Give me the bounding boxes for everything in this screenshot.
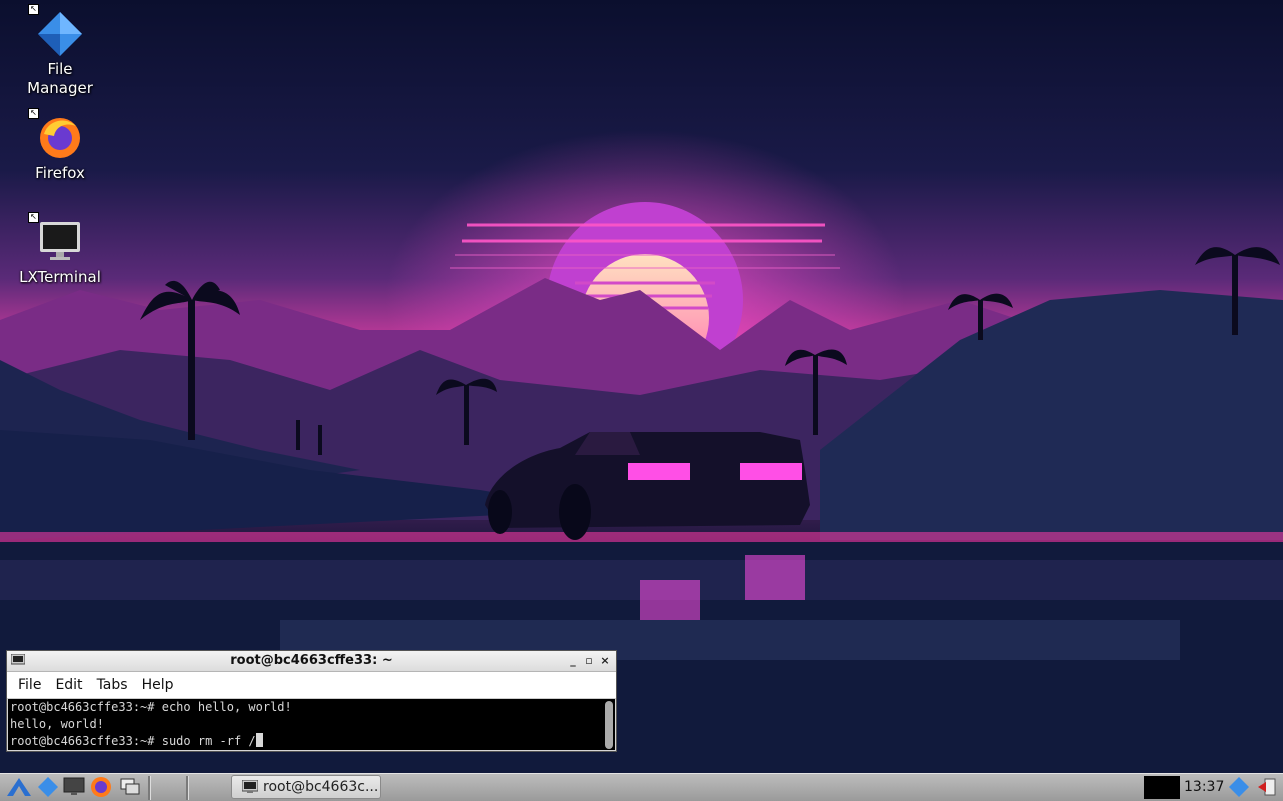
firefox-icon (91, 777, 111, 797)
launcher-firefox[interactable] (89, 776, 113, 798)
start-menu-button[interactable] (4, 776, 34, 798)
taskbar: root@bc4663c... 13:37 (0, 773, 1283, 801)
terminal-icon (242, 780, 258, 793)
menu-tabs[interactable]: Tabs (90, 672, 135, 698)
terminal-line: hello, world! (10, 717, 104, 731)
desktop-icon-file-manager[interactable]: ↖ File Manager (5, 4, 115, 98)
desktop-icon-label: LXTerminal (19, 268, 101, 286)
launcher-file-manager[interactable] (36, 776, 60, 798)
window-title: root@bc4663cffe33: ~ (230, 653, 393, 668)
terminal-line: root@bc4663cffe33:~# echo hello, world! (10, 700, 292, 714)
menu-help[interactable]: Help (135, 672, 181, 698)
terminal-icon (11, 654, 25, 665)
terminal-window[interactable]: root@bc4663cffe33: ~ _ ▫ × File Edit Tab… (6, 650, 617, 752)
task-button-terminal[interactable]: root@bc4663c... (231, 775, 381, 799)
desktop-icon (63, 777, 85, 795)
maximize-button[interactable]: ▫ (582, 651, 596, 671)
logout-button[interactable] (1254, 776, 1280, 798)
launcher-show-desktop[interactable] (62, 776, 86, 798)
terminal-monitor-icon: ↖ (28, 212, 84, 266)
menu-file[interactable]: File (11, 672, 48, 698)
network-icon (1229, 777, 1249, 797)
terminal-prompt-line: root@bc4663cffe33:~# sudo rm -rf / (10, 733, 615, 750)
scrollbar[interactable] (605, 701, 613, 749)
file-manager-icon: ↖ (28, 4, 84, 58)
shortcut-arrow-icon: ↖ (28, 4, 39, 15)
menu-bar: File Edit Tabs Help (7, 672, 616, 699)
launcher-window-switch[interactable] (118, 776, 142, 798)
desktop-icon-label: File Manager (27, 60, 93, 97)
taskbar-separator (148, 776, 151, 800)
close-button[interactable]: × (598, 651, 612, 671)
desktop-icon-lxterminal[interactable]: ↖ LXTerminal (5, 212, 115, 287)
network-tray[interactable] (1226, 776, 1252, 798)
start-menu-icon (7, 778, 31, 796)
clock[interactable]: 13:37 (1184, 774, 1224, 801)
task-button-label: root@bc4663c... (263, 779, 379, 795)
file-manager-icon (38, 777, 58, 797)
minimize-button[interactable]: _ (566, 651, 580, 671)
window-titlebar[interactable]: root@bc4663cffe33: ~ _ ▫ × (7, 651, 616, 672)
desktop-icon-firefox[interactable]: ↖ Firefox (5, 108, 115, 183)
logout-icon (1258, 778, 1276, 796)
terminal-line: root@bc4663cffe33:~# sudo rm -rf / (10, 734, 256, 748)
cpu-monitor[interactable] (1144, 776, 1180, 799)
desktop-icon-label: Firefox (35, 164, 85, 182)
text-cursor (255, 733, 263, 747)
menu-edit[interactable]: Edit (48, 672, 89, 698)
shortcut-arrow-icon: ↖ (28, 212, 39, 223)
taskbar-separator (186, 776, 189, 800)
shortcut-arrow-icon: ↖ (28, 108, 39, 119)
window-switch-icon (120, 778, 140, 795)
firefox-icon: ↖ (28, 108, 84, 162)
terminal-output[interactable]: root@bc4663cffe33:~# echo hello, world! … (8, 699, 615, 750)
